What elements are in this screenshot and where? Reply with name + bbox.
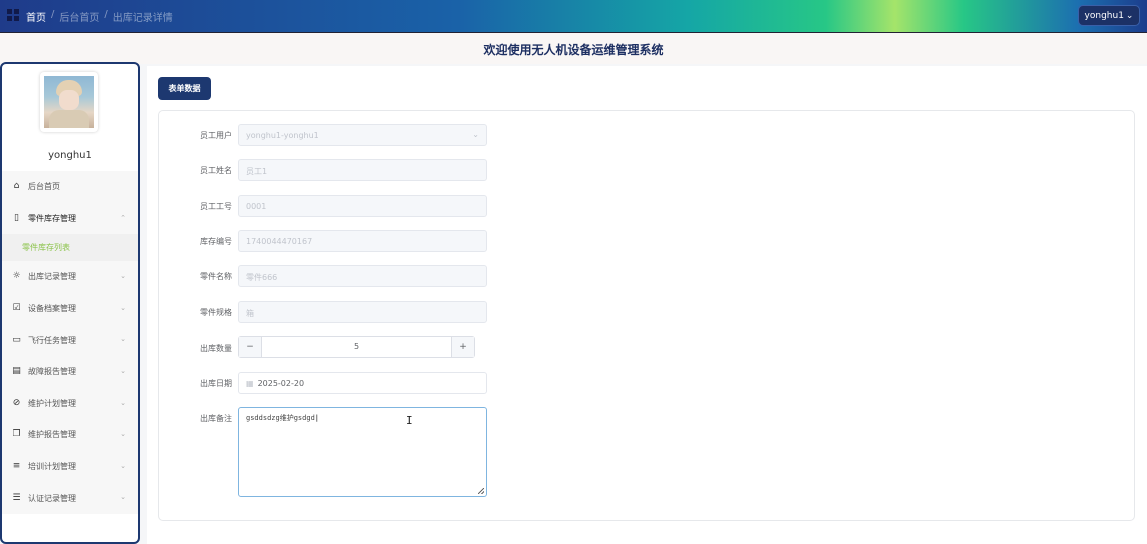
employee-user-select[interactable]: yonghu1-yonghu1 ⌄ — [238, 124, 487, 146]
chevron-down-icon: ⌄ — [472, 130, 479, 139]
sidebar-item-training-plans[interactable]: ≡ 培训计划管理 ⌄ — [2, 451, 138, 483]
sidebar-item-outbound-records[interactable]: ☼ 出库记录管理 ⌄ — [2, 261, 138, 293]
archive-icon: ▤ — [12, 366, 21, 377]
part-name-field[interactable]: 零件666 — [238, 265, 487, 287]
sidebar-item-label: 培训计划管理 — [28, 462, 76, 472]
part-name-label: 零件名称 — [200, 272, 232, 281]
checkbox-icon: ☑ — [12, 303, 21, 314]
form-row-date: 出库日期 ▦ 2025-02-20 — [159, 372, 559, 394]
date-picker-field[interactable]: ▦ 2025-02-20 — [238, 372, 487, 394]
employee-name-label: 员工姓名 — [200, 166, 232, 175]
sidebar: yonghu1 ⌂ 后台首页 ▯ 零件库存管理 ⌃ 零件库存列表 ☼ 出库记录管… — [0, 62, 140, 544]
list-icon: ☰ — [12, 492, 21, 503]
form-row-part-spec: 零件规格 箱 — [159, 301, 559, 323]
quantity-stepper: − 5 + — [238, 336, 475, 358]
resize-handle-icon[interactable] — [478, 488, 484, 494]
chevron-down-icon: ⌄ — [120, 493, 126, 502]
employee-name-field[interactable]: 员工1 — [238, 159, 487, 181]
menu-grid-icon[interactable] — [7, 9, 19, 21]
user-menu-label: yonghu1 — [1084, 10, 1124, 21]
sidebar-item-label: 后台首页 — [28, 182, 60, 192]
tab-form-data[interactable]: 表单数据 — [158, 77, 211, 100]
quantity-increment-button[interactable]: + — [451, 337, 474, 357]
employee-user-label: 员工用户 — [200, 131, 232, 140]
chevron-down-icon: ⌄ — [1125, 10, 1134, 21]
remark-value: gsddsdzg维护gsdgd — [246, 414, 315, 422]
form-row-quantity: 出库数量 − 5 + — [159, 336, 559, 358]
chevron-down-icon: ⌄ — [120, 303, 126, 312]
text-cursor-icon: I — [406, 414, 413, 427]
chevron-down-icon: ⌄ — [120, 366, 126, 375]
sun-icon: ☼ — [12, 271, 21, 282]
user-menu-button[interactable]: yonghu1 ⌄ — [1078, 5, 1140, 26]
quantity-decrement-button[interactable]: − — [239, 337, 262, 357]
sidebar-username: yonghu1 — [48, 150, 92, 161]
sidebar-item-label: 零件库存管理 — [28, 213, 76, 223]
date-label: 出库日期 — [200, 379, 232, 388]
sidebar-item-label: 设备档案管理 — [28, 304, 76, 314]
breadcrumb-dashboard[interactable]: 后台首页 — [59, 9, 99, 24]
form-row-stock-no: 库存编号 1740044470167 — [159, 230, 559, 252]
chevron-down-icon: ⌄ — [120, 398, 126, 407]
sidebar-item-label: 出库记录管理 — [28, 272, 76, 282]
sliders-icon: ≡ — [12, 461, 21, 472]
avatar — [40, 72, 98, 132]
top-bar: 首页 / 后台首页 / 出库记录详情 yonghu1 ⌄ — [0, 0, 1147, 32]
stock-no-label: 库存编号 — [200, 237, 232, 246]
remark-textarea[interactable]: gsddsdzg维护gsdgd| I — [238, 407, 487, 497]
title-bar: 欢迎使用无人机设备运维管理系统 — [0, 32, 1147, 64]
form-row-remark: 出库备注 gsddsdzg维护gsdgd| I — [159, 407, 559, 497]
employee-id-label: 员工工号 — [200, 202, 232, 211]
sidebar-item-maintenance-reports[interactable]: ❐ 维护报告管理 ⌄ — [2, 419, 138, 451]
chevron-up-icon: ⌃ — [120, 213, 126, 222]
avatar-image — [44, 76, 94, 128]
bookmark-icon: ▯ — [14, 212, 19, 223]
stock-no-field[interactable]: 1740044470167 — [238, 230, 487, 252]
page-title: 欢迎使用无人机设备运维管理系统 — [483, 43, 664, 57]
paperclip-icon: ⊘ — [12, 397, 21, 408]
sidebar-menu: ⌂ 后台首页 ▯ 零件库存管理 ⌃ 零件库存列表 ☼ 出库记录管理 ⌄ ☑ 设备… — [2, 171, 138, 514]
calendar-icon: ▦ — [246, 379, 254, 388]
quantity-label: 出库数量 — [200, 344, 232, 353]
sidebar-item-parts-inventory[interactable]: ▯ 零件库存管理 ⌃ — [2, 203, 138, 235]
breadcrumb-home[interactable]: 首页 — [26, 9, 46, 24]
part-spec-label: 零件规格 — [200, 308, 232, 317]
copy-icon: ❐ — [12, 429, 21, 440]
submenu-item-parts-list[interactable]: 零件库存列表 — [2, 234, 138, 262]
employee-user-value: yonghu1-yonghu1 — [246, 131, 319, 140]
sidebar-item-label: 维护计划管理 — [28, 398, 76, 408]
sidebar-item-device-archive[interactable]: ☑ 设备档案管理 ⌄ — [2, 293, 138, 325]
sidebar-item-label: 故障报告管理 — [28, 367, 76, 377]
chevron-down-icon: ⌄ — [120, 272, 126, 281]
sidebar-item-maintenance-plans[interactable]: ⊘ 维护计划管理 ⌄ — [2, 388, 138, 420]
employee-id-field[interactable]: 0001 — [238, 195, 487, 217]
chat-icon: ▭ — [12, 334, 21, 345]
sidebar-item-flight-tasks[interactable]: ▭ 飞行任务管理 ⌄ — [2, 324, 138, 356]
part-spec-field[interactable]: 箱 — [238, 301, 487, 323]
home-icon: ⌂ — [13, 181, 20, 192]
chevron-down-icon: ⌄ — [120, 461, 126, 470]
quantity-input[interactable]: 5 — [262, 337, 451, 357]
sidebar-item-fault-reports[interactable]: ▤ 故障报告管理 ⌄ — [2, 356, 138, 388]
breadcrumb-current: 出库记录详情 — [112, 13, 173, 24]
main-content: 表单数据 员工用户 yonghu1-yonghu1 ⌄ 员工姓名 员工1 员工工… — [147, 66, 1147, 544]
form-row-part-name: 零件名称 零件666 — [159, 265, 559, 287]
form-card: 员工用户 yonghu1-yonghu1 ⌄ 员工姓名 员工1 员工工号 000… — [158, 110, 1135, 521]
sidebar-item-label: 维护报告管理 — [28, 430, 76, 440]
sidebar-item-label: 飞行任务管理 — [28, 335, 76, 345]
date-value: 2025-02-20 — [257, 379, 305, 388]
remark-label: 出库备注 — [200, 414, 232, 423]
sidebar-item-certification-records[interactable]: ☰ 认证记录管理 ⌄ — [2, 482, 138, 514]
form-row-employee-id: 员工工号 0001 — [159, 195, 559, 217]
sidebar-item-label: 认证记录管理 — [28, 493, 76, 503]
form-row-employee-name: 员工姓名 员工1 — [159, 159, 559, 181]
chevron-down-icon: ⌄ — [120, 335, 126, 344]
sidebar-item-home[interactable]: ⌂ 后台首页 — [2, 171, 138, 203]
breadcrumb: 首页 / 后台首页 / 出库记录详情 — [26, 9, 173, 24]
chevron-down-icon: ⌄ — [120, 430, 126, 439]
form-row-employee-user: 员工用户 yonghu1-yonghu1 ⌄ — [159, 124, 559, 146]
